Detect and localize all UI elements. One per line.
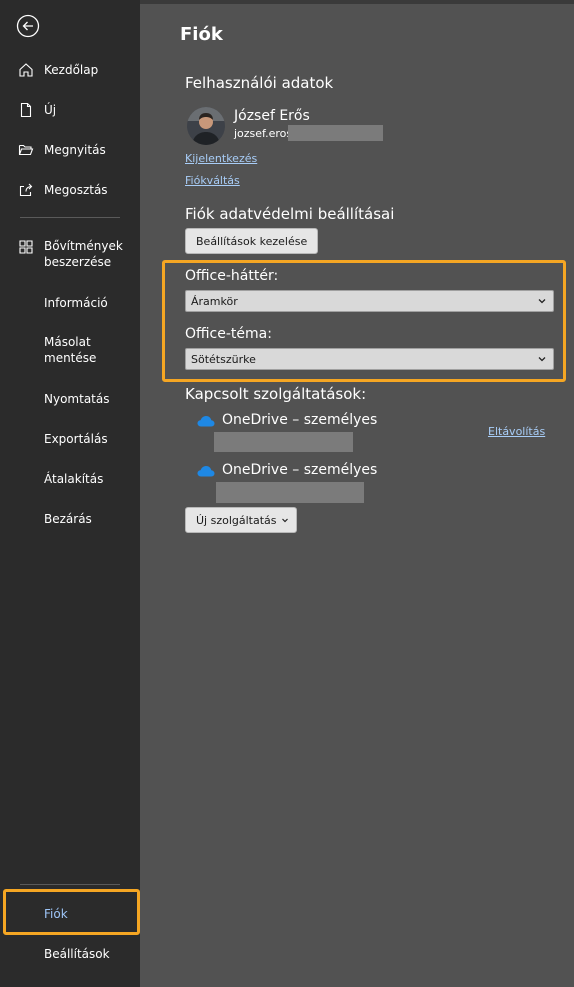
nav-save-copy[interactable]: Másolat mentése — [0, 334, 140, 366]
nav-export[interactable]: Exportálás — [0, 430, 140, 448]
office-theme-label: Office-téma: — [185, 326, 272, 342]
account-backstage: Kezdőlap Új Megnyitás Megosztás Bővítmén… — [0, 0, 574, 987]
user-name: József Erős — [234, 108, 310, 124]
user-info-title: Felhasználói adatok — [185, 74, 334, 92]
nav-info[interactable]: Információ — [0, 294, 140, 312]
office-background-value: Áramkör — [191, 294, 238, 308]
back-button[interactable] — [16, 14, 40, 38]
nav-options[interactable]: Beállítások — [0, 945, 140, 963]
add-service-label: Új szolgáltatás — [196, 513, 277, 527]
user-email: jozsef.eros — [234, 127, 293, 140]
nav-print[interactable]: Nyomtatás — [0, 390, 140, 408]
backstage-sidebar: Kezdőlap Új Megnyitás Megosztás Bővítmén… — [0, 0, 140, 987]
page-title: Fiók — [180, 24, 223, 45]
nav-print-label: Nyomtatás — [44, 392, 110, 406]
onedrive-cloud-icon — [197, 466, 215, 477]
sidebar-divider-bottom — [20, 884, 120, 885]
back-arrow-icon — [16, 14, 40, 38]
nav-share-label: Megosztás — [44, 183, 108, 197]
nav-export-label: Exportálás — [44, 432, 108, 446]
chevron-down-icon — [538, 357, 546, 362]
nav-close-label: Bezárás — [44, 512, 92, 526]
add-service-button[interactable]: Új szolgáltatás — [185, 507, 297, 533]
manage-settings-button[interactable]: Beállítások kezelése — [185, 228, 319, 254]
redacted-service-2 — [216, 482, 364, 503]
nav-options-label: Beállítások — [44, 947, 110, 961]
sign-out-link[interactable]: Kijelentkezés — [185, 152, 257, 165]
onedrive-cloud-icon — [197, 416, 215, 427]
nav-open-label: Megnyitás — [44, 143, 106, 157]
nav-new-label: Új — [44, 103, 57, 117]
avatar — [187, 107, 225, 145]
nav-share[interactable]: Megosztás — [0, 181, 140, 199]
home-icon — [17, 61, 35, 79]
account-nav-highlight — [3, 889, 140, 935]
sidebar-divider — [20, 217, 120, 218]
chevron-down-icon — [538, 299, 546, 304]
office-theme-value: Sötétszürke — [191, 352, 256, 366]
chevron-down-icon — [281, 518, 288, 523]
nav-get-addins-label: Bővítmények beszerzése — [44, 239, 123, 269]
nav-info-label: Információ — [44, 296, 108, 310]
nav-home-label: Kezdőlap — [44, 63, 99, 77]
new-document-icon — [17, 101, 35, 119]
office-background-select[interactable]: Áramkör — [185, 290, 554, 312]
nav-open[interactable]: Megnyitás — [0, 141, 140, 159]
nav-transform[interactable]: Átalakítás — [0, 470, 140, 488]
nav-close[interactable]: Bezárás — [0, 510, 140, 528]
office-background-label: Office-háttér: — [185, 268, 279, 284]
nav-new[interactable]: Új — [0, 101, 140, 119]
top-strip — [140, 0, 574, 4]
nav-transform-label: Átalakítás — [44, 472, 104, 486]
office-theme-select[interactable]: Sötétszürke — [185, 348, 554, 370]
privacy-title: Fiók adatvédelmi beállításai — [185, 205, 395, 223]
nav-get-addins[interactable]: Bővítmények beszerzése — [0, 238, 140, 270]
connected-services-title: Kapcsolt szolgáltatások: — [185, 385, 367, 403]
share-icon — [17, 181, 35, 199]
redacted-email — [288, 125, 383, 141]
switch-account-link[interactable]: Fiókváltás — [185, 174, 240, 187]
service-name-2: OneDrive – személyes — [222, 462, 378, 478]
nav-save-copy-label: Másolat mentése — [44, 335, 97, 365]
addins-grid-icon — [17, 238, 35, 256]
folder-open-icon — [17, 141, 35, 159]
nav-home[interactable]: Kezdőlap — [0, 61, 140, 79]
remove-service-link[interactable]: Eltávolítás — [488, 425, 545, 438]
redacted-service-1 — [214, 432, 353, 452]
service-name-1: OneDrive – személyes — [222, 412, 378, 428]
